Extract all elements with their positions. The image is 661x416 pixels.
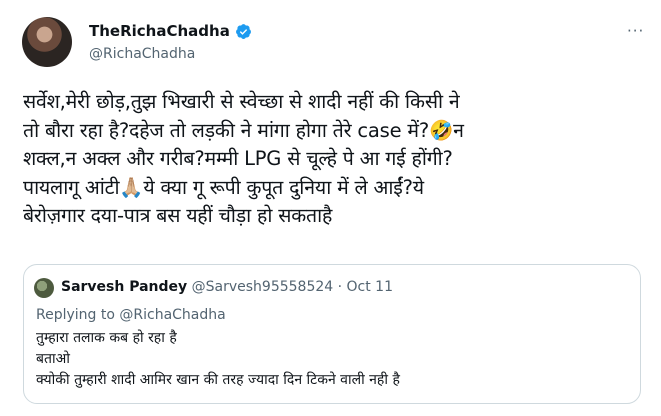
author-avatar[interactable] — [22, 17, 72, 67]
replying-mention-link[interactable]: @RichaChadha — [119, 307, 225, 323]
replying-prefix: Replying to — [36, 307, 120, 323]
quoted-tweet[interactable]: Sarvesh Pandey @Sarvesh95558524 · Oct 11… — [23, 264, 641, 404]
tweet-text: सर्वेश,मेरी छोड़,तुझ भिखारी से स्वेच्छा … — [23, 90, 464, 227]
quoted-author-name: Sarvesh Pandey — [61, 279, 188, 295]
quoted-meta-text: @Sarvesh95558524 · Oct 11 — [191, 279, 393, 295]
replying-to-line: Replying to @RichaChadha — [36, 307, 226, 323]
quoted-author-avatar — [34, 278, 54, 298]
quoted-header: Sarvesh Pandey @Sarvesh95558524 · Oct 11 — [61, 279, 393, 295]
more-options-icon[interactable]: ··· — [627, 22, 644, 40]
quoted-author-meta: @Sarvesh95558524 · Oct 11 — [192, 279, 393, 295]
verified-badge-icon — [235, 23, 251, 39]
author-name-row: TheRichaChadha — [89, 22, 252, 40]
author-display-name[interactable]: TheRichaChadha — [89, 22, 230, 40]
quoted-text: तुम्हारा तलाक कब हो रहा है बताओ क्योकी त… — [36, 328, 626, 391]
author-handle[interactable]: @RichaChadha — [89, 46, 195, 62]
quoted-line: तुम्हारा तलाक कब हो रहा है — [36, 330, 177, 346]
quoted-line: क्योकी तुम्हारी शादी आमिर खान की तरह ज्य… — [36, 372, 400, 388]
quoted-line: बताओ — [36, 351, 70, 367]
